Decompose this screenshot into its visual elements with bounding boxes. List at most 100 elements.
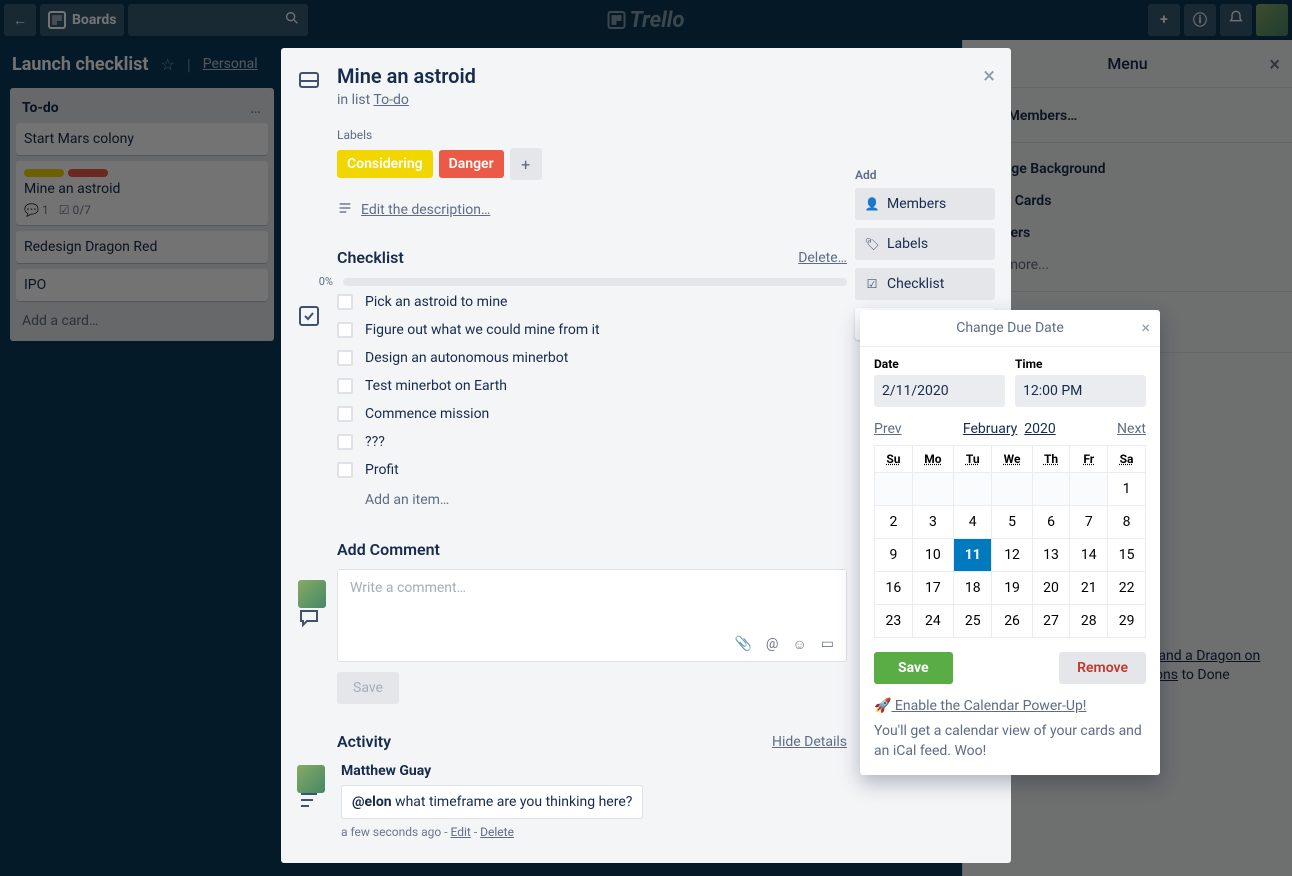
powerup-description: You'll get a calendar view of your cards… [874,722,1146,761]
emoji-icon[interactable]: ☺ [792,636,806,653]
check-icon: ☑ [865,277,879,291]
activity-meta: a few seconds ago - Edit - Delete [341,825,847,839]
checkbox[interactable] [337,406,353,422]
close-icon[interactable]: × [983,64,995,89]
label-icon: 🏷 [865,237,879,251]
calendar-day [1070,473,1108,506]
label-considering[interactable]: Considering [337,150,433,178]
calendar-day[interactable]: 26 [992,605,1032,638]
edit-description[interactable]: Edit the description… [337,200,847,220]
calendar-day[interactable]: 10 [912,539,953,572]
delete-checklist[interactable]: Delete… [798,250,847,266]
calendar-day[interactable]: 15 [1108,539,1146,572]
checklist-item[interactable]: Pick an astroid to mine [337,288,847,316]
attachment-icon[interactable]: 📎 [734,636,751,653]
checklist-item[interactable]: ??? [337,428,847,456]
date-input[interactable] [874,375,1005,407]
checklist-item[interactable]: Design an autonomous minerbot [337,344,847,372]
add-label-button[interactable]: + [510,148,542,180]
calendar-powerup-link[interactable]: Enable the Calendar Power-Up! [891,698,1086,714]
time-input[interactable] [1015,375,1146,407]
card-title[interactable]: Mine an astroid [337,64,847,88]
calendar-day[interactable]: 25 [953,605,992,638]
calendar-day[interactable]: 5 [992,506,1032,539]
calendar-month[interactable]: February [963,421,1017,437]
checkbox[interactable] [337,462,353,478]
checkbox[interactable] [337,434,353,450]
calendar-day [912,473,953,506]
checklist-item-text: Test minerbot on Earth [365,378,507,394]
calendar-dow: Tu [953,446,992,473]
checkbox[interactable] [337,322,353,338]
calendar-day[interactable]: 19 [992,572,1032,605]
calendar-day[interactable]: 29 [1108,605,1146,638]
plus-icon: + [521,155,530,174]
time-label: Time [1015,357,1146,371]
calendar-dow: Sa [1108,446,1146,473]
description-icon [337,200,353,220]
progress-bar [343,278,847,286]
date-label: Date [874,357,1005,371]
calendar-day[interactable]: 3 [912,506,953,539]
calendar-day[interactable]: 16 [875,572,913,605]
popover-close-icon[interactable]: × [1141,318,1150,337]
card-icon[interactable]: ▭ [821,636,834,653]
checklist-item[interactable]: Profit [337,456,847,484]
calendar-day[interactable]: 18 [953,572,992,605]
hide-details[interactable]: Hide Details [772,734,847,750]
comment-input[interactable] [338,570,846,626]
add-checklist-item[interactable]: Add an item… [337,484,847,516]
calendar-day[interactable]: 4 [953,506,992,539]
calendar-day[interactable]: 28 [1070,605,1108,638]
sidebar-members[interactable]: 👤Members [855,188,995,220]
calendar-day[interactable]: 9 [875,539,913,572]
calendar-day[interactable]: 7 [1070,506,1108,539]
checkbox[interactable] [337,294,353,310]
delete-comment[interactable]: Delete [480,825,514,839]
popover-title: Change Due Date [956,320,1064,336]
mention-icon[interactable]: @ [766,636,779,653]
sidebar-labels[interactable]: 🏷Labels [855,228,995,260]
checkbox[interactable] [337,378,353,394]
calendar-day[interactable]: 1 [1108,473,1146,506]
calendar-dow: Th [1032,446,1070,473]
checklist-item[interactable]: Test minerbot on Earth [337,372,847,400]
calendar-next[interactable]: Next [1117,421,1146,437]
calendar-dow: Fr [1070,446,1108,473]
calendar-day[interactable]: 2 [875,506,913,539]
calendar-day[interactable]: 22 [1108,572,1146,605]
calendar-day[interactable]: 24 [912,605,953,638]
checklist-item-text: Commence mission [365,406,489,422]
calendar-day[interactable]: 21 [1070,572,1108,605]
checklist-item[interactable]: Figure out what we could mine from it [337,316,847,344]
calendar-dow: Su [875,446,913,473]
calendar-day[interactable]: 8 [1108,506,1146,539]
calendar-day[interactable]: 17 [912,572,953,605]
calendar: SuMoTuWeThFrSa 1234567891011121314151617… [874,445,1146,638]
calendar-year[interactable]: 2020 [1024,421,1055,437]
calendar-day [1032,473,1070,506]
calendar-day[interactable]: 20 [1032,572,1070,605]
save-date-button[interactable]: Save [874,652,953,684]
add-comment-title: Add Comment [337,540,440,559]
calendar-day[interactable]: 11 [953,539,992,572]
checklist-item[interactable]: Commence mission [337,400,847,428]
calendar-day[interactable]: 12 [992,539,1032,572]
checklist-item-text: ??? [365,434,385,450]
checkbox[interactable] [337,350,353,366]
calendar-day[interactable]: 27 [1032,605,1070,638]
checklist-item-text: Design an autonomous minerbot [365,350,568,366]
calendar-day[interactable]: 6 [1032,506,1070,539]
activity-author: Matthew Guay [341,763,847,779]
user-avatar [298,580,326,608]
calendar-day[interactable]: 14 [1070,539,1108,572]
label-danger[interactable]: Danger [439,150,504,178]
calendar-prev[interactable]: Prev [874,421,902,437]
edit-comment[interactable]: Edit [451,825,471,839]
save-comment-button[interactable]: Save [337,672,399,704]
remove-date-button[interactable]: Remove [1059,652,1146,684]
sidebar-checklist[interactable]: ☑Checklist [855,268,995,300]
calendar-day[interactable]: 23 [875,605,913,638]
calendar-day [992,473,1032,506]
calendar-day[interactable]: 13 [1032,539,1070,572]
